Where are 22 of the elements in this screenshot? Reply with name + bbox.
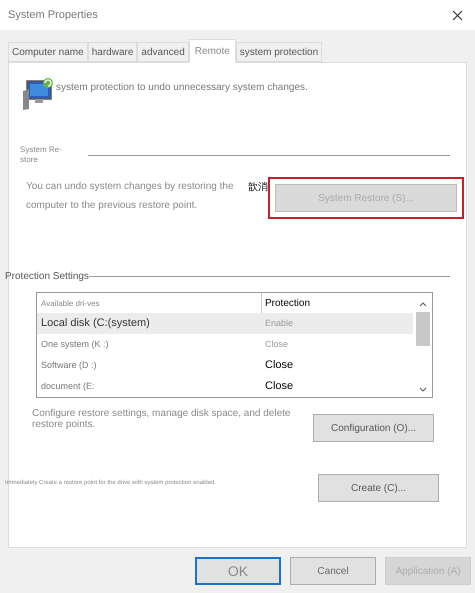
tab[interactable]: Remote [188, 39, 236, 63]
configure-description: Configure restore settings, manage disk space, and delete restore points. [32, 408, 292, 430]
tab[interactable]: advanced [137, 42, 189, 62]
computer-icon [21, 77, 55, 111]
window-title: System Properties [8, 8, 98, 23]
create-button[interactable]: Create (C)... [318, 474, 439, 502]
column-header[interactable]: Available dri-ves [37, 298, 261, 308]
drive-row[interactable]: Local disk (C:(system) Enable [37, 313, 413, 334]
dialog-button[interactable]: Cancel [290, 557, 376, 585]
configuration-button[interactable]: Configuration (O)... [313, 414, 434, 442]
section-heading: System Re-store [20, 145, 63, 165]
scroll-thumb[interactable] [416, 312, 430, 346]
scroll-down-icon[interactable] [418, 387, 426, 393]
section-heading: Protection Settings [5, 270, 89, 284]
tab[interactable]: Computer name [8, 42, 88, 62]
tab[interactable]: hardware [88, 42, 138, 62]
scroll-up-icon[interactable] [418, 301, 426, 307]
close-icon[interactable] [452, 10, 463, 20]
restore-description: You can undo system changes by restoring the computer to the previous restore point. [26, 180, 235, 213]
overlap-text: 歆消 [248, 180, 268, 195]
tab[interactable]: system protection [236, 42, 322, 62]
intro-text: system protection to undo unnecessary system changes. [56, 81, 308, 95]
